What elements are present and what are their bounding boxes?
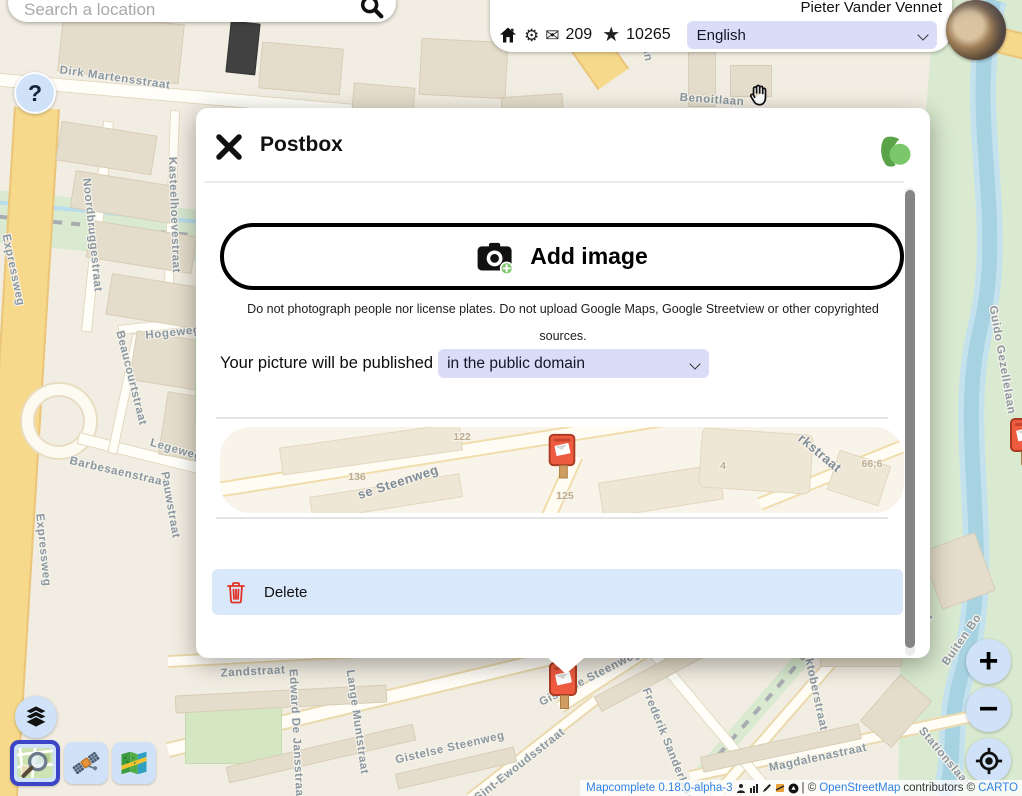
home-icon[interactable] bbox=[498, 25, 518, 45]
building bbox=[258, 42, 344, 96]
contributor-person-icon bbox=[736, 783, 746, 793]
crosshair-icon bbox=[974, 746, 1004, 776]
image-disclaimer: Do not photograph people nor license pla… bbox=[233, 296, 893, 350]
license-row: Your picture will be published in the pu… bbox=[220, 348, 709, 378]
attrib-contributors: contributors © bbox=[903, 782, 975, 794]
plus-icon: + bbox=[979, 642, 999, 681]
minimap-label: 136 bbox=[348, 471, 366, 483]
minimap-label: 125 bbox=[556, 490, 574, 502]
minimap-label: 122 bbox=[453, 431, 471, 443]
building bbox=[55, 121, 157, 176]
postbox-popup: Postbox Add image Do not photograph peop… bbox=[196, 108, 930, 658]
theme-button-satellite[interactable] bbox=[64, 742, 108, 784]
changes-count: 10265 bbox=[626, 26, 671, 44]
layers-icon bbox=[23, 704, 49, 730]
minimap-postbox-marker bbox=[549, 434, 576, 466]
street-label: Edward De Jansstraat bbox=[287, 669, 306, 796]
minimap-label: 4 bbox=[720, 460, 726, 472]
carto-link[interactable]: CARTO bbox=[978, 782, 1018, 794]
popup-title: Postbox bbox=[260, 133, 343, 157]
header-divider bbox=[204, 181, 904, 183]
roundabout bbox=[22, 384, 96, 458]
language-select[interactable]: English bbox=[687, 21, 937, 49]
add-image-button[interactable]: Add image bbox=[220, 223, 904, 290]
location-minimap[interactable]: 122136125466;6rkstraatse Steenweg bbox=[220, 427, 904, 513]
help-button[interactable]: ? bbox=[14, 72, 56, 114]
delete-label: Delete bbox=[264, 584, 307, 601]
minimap-label: 66;6 bbox=[861, 458, 882, 470]
search-input[interactable] bbox=[8, 0, 396, 22]
search-bar bbox=[8, 0, 396, 22]
building bbox=[225, 21, 260, 76]
mapcomplete-version-link[interactable]: Mapcomplete 0.18.0-alpha-3 bbox=[586, 782, 732, 794]
layers-button[interactable] bbox=[15, 696, 57, 738]
help-label: ? bbox=[28, 80, 42, 107]
street-label: Zandstraat bbox=[220, 664, 285, 679]
building bbox=[419, 38, 509, 99]
street-label: Pauwstraat bbox=[158, 471, 182, 539]
folded-map-icon bbox=[117, 748, 151, 778]
postbox-marker-edge[interactable] bbox=[1010, 418, 1022, 452]
mapcomplete-logo-icon bbox=[876, 134, 912, 170]
user-name: Pieter Vander Vennet bbox=[801, 0, 943, 16]
settings-gear-icon[interactable]: ⚙ bbox=[524, 27, 539, 44]
camera-plus-icon bbox=[476, 240, 516, 274]
geolocate-button[interactable] bbox=[966, 738, 1011, 783]
minimap-building bbox=[698, 427, 814, 495]
hand-cursor-icon bbox=[746, 82, 772, 108]
osm-map-magnifier-icon bbox=[16, 746, 54, 780]
divider bbox=[216, 517, 888, 519]
minus-icon: − bbox=[979, 690, 999, 729]
license-select[interactable]: in the public domain bbox=[438, 349, 709, 378]
search-icon[interactable] bbox=[358, 0, 386, 21]
close-icon[interactable] bbox=[214, 132, 244, 162]
attrib-separator: | © bbox=[802, 782, 817, 794]
attribution-bar: Mapcomplete 0.18.0-alpha-3 | © OpenStree… bbox=[580, 780, 1022, 796]
theme-button-map[interactable] bbox=[112, 742, 156, 784]
messages-count: 209 bbox=[566, 26, 593, 44]
statistics-icon bbox=[749, 783, 759, 793]
add-image-label: Add image bbox=[530, 243, 648, 270]
license-select-wrap: in the public domain bbox=[438, 349, 709, 378]
user-avatar[interactable] bbox=[946, 0, 1006, 60]
street-label: Expressweg bbox=[33, 513, 53, 587]
language-select-wrap: English bbox=[687, 21, 937, 49]
messages-envelope-icon[interactable]: ✉ bbox=[545, 27, 559, 44]
trash-icon bbox=[226, 581, 246, 604]
osm-link[interactable]: OpenStreetMap bbox=[819, 782, 900, 794]
changes-star-icon[interactable]: ★ bbox=[602, 25, 620, 45]
popup-scrollbar-thumb[interactable] bbox=[905, 190, 915, 648]
theme-button-osm-selected[interactable] bbox=[10, 740, 60, 786]
zoom-in-button[interactable]: + bbox=[966, 639, 1011, 684]
license-prefix: Your picture will be published bbox=[220, 354, 433, 373]
divider bbox=[216, 417, 888, 419]
delete-button[interactable]: Delete bbox=[212, 569, 903, 615]
zoom-out-button[interactable]: − bbox=[966, 687, 1011, 732]
community-icon bbox=[788, 783, 799, 794]
popup-tail bbox=[547, 657, 585, 674]
satellite-icon bbox=[70, 748, 102, 778]
pencil-icon bbox=[762, 783, 772, 793]
josm-icon bbox=[775, 783, 785, 793]
